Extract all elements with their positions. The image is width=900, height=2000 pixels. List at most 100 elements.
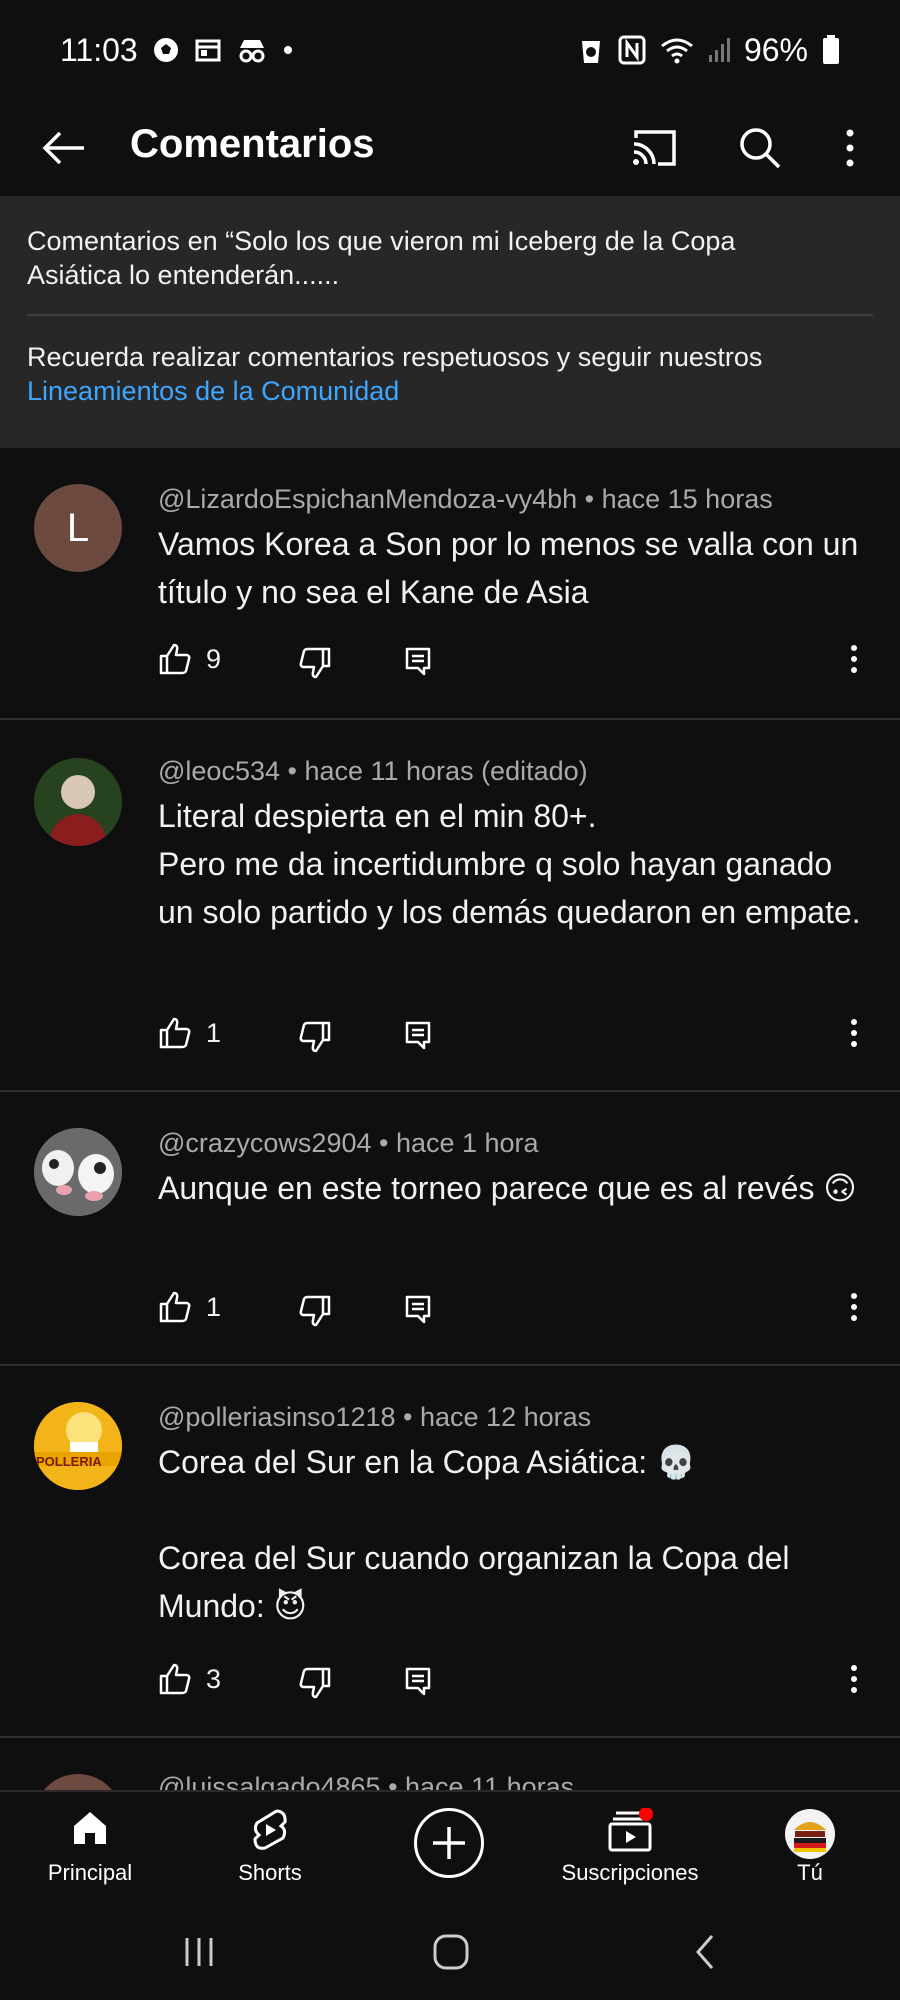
more-vert-icon [851, 645, 857, 673]
avatar-photo [34, 758, 122, 846]
avatar[interactable]: POLLERIA [34, 1402, 122, 1490]
more-options-button[interactable] [830, 118, 870, 178]
like-count: 1 [206, 1017, 222, 1048]
comment-actions: 1 [158, 1016, 868, 1066]
back-system-button[interactable] [680, 1930, 730, 1974]
like-button[interactable]: 3 [158, 1662, 221, 1696]
thumbs-up-icon [159, 1291, 191, 1323]
more-vert-icon [846, 129, 854, 167]
incognito-icon [236, 36, 268, 64]
signal-icon [708, 37, 730, 63]
nav-label: Principal [47, 1860, 133, 1885]
avatar[interactable] [34, 758, 122, 846]
shorts-icon [253, 1809, 287, 1850]
reply-button[interactable] [404, 1020, 432, 1055]
dot-icon [282, 44, 294, 56]
video-context-text[interactable]: Comentarios en “Solo los que vieron mi I… [27, 224, 827, 292]
status-right: 96% [578, 32, 840, 69]
dislike-button[interactable] [298, 646, 332, 685]
status-bar: 11:03 96% [0, 0, 900, 100]
reminder-text: Recuerda realizar comentarios respetuoso… [27, 342, 763, 372]
back-button[interactable] [36, 120, 92, 176]
system-navigation-bar [0, 1902, 900, 2000]
reply-comment-icon [405, 1295, 431, 1324]
divider [27, 314, 873, 316]
dislike-button[interactable] [298, 1020, 332, 1059]
nav-label: Suscripciones [561, 1860, 699, 1885]
comment-more-button[interactable] [850, 1018, 858, 1053]
soccer-ball-icon [152, 36, 180, 64]
cast-button[interactable] [624, 120, 684, 176]
comment-item-partial: @luissalgado4865 • hace 11 horas [0, 1740, 900, 1790]
comment-item: POLLERIA @polleriasinso1218 • hace 12 ho… [0, 1368, 900, 1738]
avatar-photo [34, 1402, 122, 1490]
comment-meta[interactable]: @crazycows2904 • hace 1 hora [158, 1128, 539, 1159]
thumbs-up-icon [159, 1017, 191, 1049]
avatar-letter: L [66, 505, 90, 550]
search-icon [740, 128, 781, 169]
status-left: 11:03 [60, 32, 294, 69]
nav-label: Shorts [238, 1860, 302, 1885]
comment-item: L @LizardoEspichanMendoza-vy4bh • hace 1… [0, 448, 900, 720]
subscriptions-icon [608, 1808, 653, 1852]
thumbs-down-icon [299, 647, 331, 679]
create-button[interactable] [414, 1808, 484, 1878]
battery-icon [822, 35, 840, 65]
like-count: 9 [206, 643, 222, 674]
community-guidelines-link[interactable]: Lineamientos de la Comunidad [27, 376, 399, 406]
thumbs-down-icon [299, 1667, 331, 1699]
like-button[interactable]: 1 [158, 1016, 221, 1050]
comment-meta[interactable]: @leoc534 • hace 11 horas (editado) [158, 756, 588, 787]
comment-item: @crazycows2904 • hace 1 hora Aunque en e… [0, 1094, 900, 1366]
recents-button[interactable] [174, 1930, 224, 1974]
avatar-photo [34, 1128, 122, 1216]
nav-item-subscriptions[interactable]: Suscripciones [540, 1792, 720, 1902]
reply-button[interactable] [404, 1666, 432, 1701]
reply-button[interactable] [404, 646, 432, 681]
wifi-icon [660, 36, 694, 64]
nav-item-shorts[interactable]: Shorts [180, 1792, 360, 1902]
page-title: Comentarios [130, 122, 375, 166]
more-vert-icon [851, 1019, 857, 1047]
reply-comment-icon [405, 1667, 431, 1696]
community-reminder: Recuerda realizar comentarios respetuoso… [27, 340, 867, 408]
comment-more-button[interactable] [850, 1664, 858, 1699]
dislike-button[interactable] [298, 1294, 332, 1333]
nav-item-home[interactable]: Principal [0, 1792, 180, 1902]
back-arrow-icon [42, 131, 84, 165]
calendar-icon [194, 36, 222, 64]
like-button[interactable]: 9 [158, 642, 221, 676]
thumbs-down-icon [299, 1295, 331, 1327]
like-count: 1 [206, 1291, 222, 1322]
avatar[interactable] [34, 1774, 122, 1790]
reply-comment-icon [405, 1021, 431, 1050]
cast-icon [633, 130, 676, 166]
thumbs-down-icon [299, 1021, 331, 1053]
like-count: 3 [206, 1663, 222, 1694]
thumbs-up-icon [159, 1663, 191, 1695]
home-system-button[interactable] [426, 1930, 476, 1974]
comment-text: Aunque en este torneo parece que es al r… [158, 1170, 857, 1206]
nav-item-you[interactable]: Tú [720, 1792, 900, 1902]
dislike-button[interactable] [298, 1666, 332, 1705]
avatar[interactable] [34, 1128, 122, 1216]
avatar-logo-text: POLLERIA [36, 1454, 102, 1469]
comment-text: Corea del Sur en la Copa Asiática: 💀 Cor… [158, 1444, 790, 1624]
avatar[interactable]: L [34, 484, 122, 572]
profile-avatar [785, 1809, 835, 1859]
reply-button[interactable] [404, 1294, 432, 1329]
comment-more-button[interactable] [850, 1292, 858, 1327]
recents-icon [185, 1938, 213, 1966]
comment-meta[interactable]: @LizardoEspichanMendoza-vy4bh • hace 15 … [158, 484, 773, 515]
nav-label: Tú [797, 1860, 823, 1885]
comment-more-button[interactable] [850, 644, 858, 679]
search-button[interactable] [730, 118, 790, 178]
battery-percent: 96% [743, 31, 808, 68]
home-button-icon [433, 1934, 469, 1970]
comment-item: @leoc534 • hace 11 horas (editado) Liter… [0, 722, 900, 1092]
like-button[interactable]: 1 [158, 1290, 221, 1324]
comment-actions: 9 [158, 642, 868, 692]
comment-meta[interactable]: @luissalgado4865 • hace 11 horas [158, 1772, 574, 1790]
comment-meta[interactable]: @polleriasinso1218 • hace 12 horas [158, 1402, 591, 1433]
status-time: 11:03 [60, 31, 138, 68]
